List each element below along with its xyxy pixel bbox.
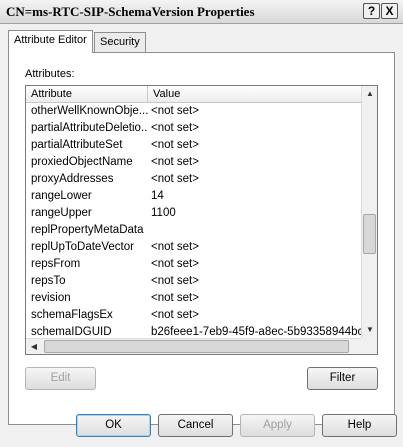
- table-row[interactable]: rangeUpper 1100: [26, 205, 362, 222]
- ok-button[interactable]: OK: [76, 414, 151, 437]
- table-row[interactable]: replUpToDateVector <not set>: [26, 239, 362, 256]
- attribute-value: 1100: [151, 207, 176, 219]
- scroll-up-arrow-icon[interactable]: ▲: [362, 86, 377, 102]
- attribute-name: revision: [31, 292, 71, 304]
- scroll-left-arrow-icon[interactable]: ◀: [26, 339, 42, 354]
- attribute-name: repsTo: [31, 275, 66, 287]
- attribute-value: <not set>: [151, 258, 199, 270]
- table-row[interactable]: rangeLower 14: [26, 188, 362, 205]
- filter-button[interactable]: Filter: [307, 367, 378, 390]
- help-title-button[interactable]: ?: [363, 3, 380, 19]
- attribute-value: <not set>: [151, 275, 199, 287]
- attribute-value: <not set>: [151, 122, 199, 134]
- list-header: Attribute Value: [26, 86, 362, 103]
- attribute-name: schemaFlagsEx: [31, 309, 113, 321]
- table-row[interactable]: revision <not set>: [26, 290, 362, 307]
- attributes-list[interactable]: Attribute Value otherWellKnownObje... <no…: [25, 85, 378, 355]
- attribute-value: <not set>: [151, 156, 199, 168]
- scrollbar-corner: [361, 338, 377, 354]
- column-header-attribute[interactable]: Attribute: [26, 86, 148, 102]
- attribute-value: <not set>: [151, 139, 199, 151]
- dialog-body: Attribute Editor Security Attributes: At…: [0, 24, 403, 447]
- attribute-value: <not set>: [151, 292, 199, 304]
- attribute-value: 14: [151, 190, 164, 202]
- attribute-name: proxiedObjectName: [31, 156, 133, 168]
- title-bar: CN=ms-RTC-SIP-SchemaVersion Properties ?…: [0, 0, 403, 24]
- scroll-down-arrow-icon[interactable]: ▼: [362, 322, 377, 338]
- table-row[interactable]: repsFrom <not set>: [26, 256, 362, 273]
- attribute-value: <not set>: [151, 241, 199, 253]
- attribute-editor-panel: Attributes: Attribute Value otherWellKno…: [8, 52, 395, 425]
- vertical-scroll-thumb[interactable]: [363, 214, 376, 254]
- table-row[interactable]: schemaFlagsEx <not set>: [26, 307, 362, 324]
- attribute-name: proxyAddresses: [31, 173, 114, 185]
- table-row[interactable]: otherWellKnownObje... <not set>: [26, 103, 362, 120]
- column-header-value[interactable]: Value: [148, 86, 362, 102]
- close-title-button[interactable]: X: [381, 3, 398, 19]
- attribute-name: otherWellKnownObje...: [31, 105, 148, 117]
- attribute-name: rangeLower: [31, 190, 92, 202]
- attribute-name: partialAttributeSet: [31, 139, 123, 151]
- table-row[interactable]: partialAttributeDeletio... <not set>: [26, 120, 362, 137]
- cancel-button[interactable]: Cancel: [158, 414, 233, 437]
- horizontal-scroll-thumb[interactable]: [44, 340, 349, 353]
- list-rows: otherWellKnownObje... <not set> partialAtt…: [26, 103, 362, 353]
- attribute-name: rangeUpper: [31, 207, 92, 219]
- apply-button[interactable]: Apply: [240, 414, 315, 437]
- attribute-value: <not set>: [151, 173, 199, 185]
- table-row[interactable]: replPropertyMetaDataAttIDVerLoc.USNOrg.D…: [26, 222, 362, 239]
- attribute-name: replUpToDateVector: [31, 241, 134, 253]
- attribute-name: partialAttributeDeletio...: [31, 122, 148, 134]
- horizontal-scrollbar[interactable]: ◀ ▶: [26, 338, 377, 354]
- attributes-label: Attributes:: [25, 68, 75, 80]
- attribute-value: <not set>: [151, 309, 199, 321]
- table-row[interactable]: partialAttributeSet <not set>: [26, 137, 362, 154]
- attribute-value: <not set>: [151, 105, 199, 117]
- tab-attribute-editor[interactable]: Attribute Editor: [8, 30, 93, 53]
- attribute-name: replPropertyMetaData: [31, 224, 144, 236]
- table-row[interactable]: proxyAddresses <not set>: [26, 171, 362, 188]
- edit-button[interactable]: Edit: [25, 367, 96, 390]
- table-row[interactable]: repsTo <not set>: [26, 273, 362, 290]
- vertical-scrollbar[interactable]: ▲ ▼: [361, 86, 377, 338]
- attribute-name: repsFrom: [31, 258, 81, 270]
- tab-security[interactable]: Security: [94, 32, 146, 52]
- help-button[interactable]: Help: [322, 414, 397, 437]
- table-row[interactable]: proxiedObjectName <not set>: [26, 154, 362, 171]
- window-title: CN=ms-RTC-SIP-SchemaVersion Properties: [6, 4, 255, 19]
